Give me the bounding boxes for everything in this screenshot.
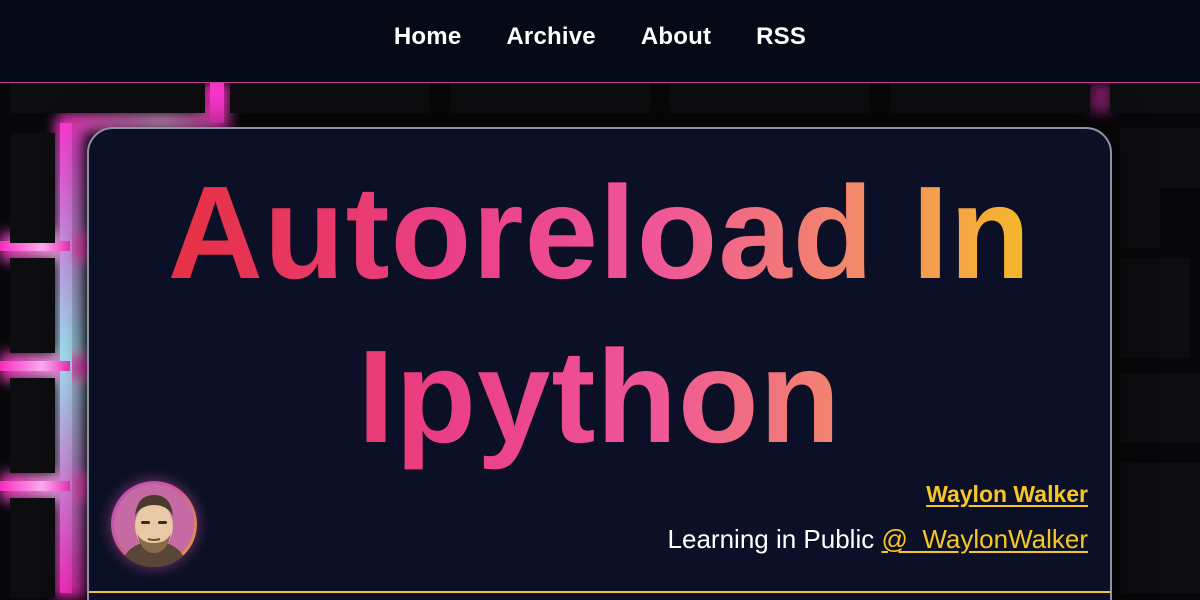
post-card: Autoreload In Ipython Waylon Walker Lear…: [87, 127, 1112, 600]
post-title: Autoreload In Ipython: [89, 151, 1110, 479]
nav-links: Home Archive About RSS: [394, 23, 806, 51]
author-tagline-row: Learning in Public @_WaylonWalker: [668, 524, 1088, 555]
author-avatar: [111, 481, 197, 567]
author-tagline: Learning in Public: [667, 524, 875, 554]
author-name-link[interactable]: Waylon Walker: [926, 481, 1088, 508]
avatar-illustration-icon: [114, 484, 194, 567]
card-divider: [89, 591, 1110, 593]
nav-link-rss[interactable]: RSS: [756, 23, 806, 51]
author-handle-link[interactable]: @_WaylonWalker: [881, 524, 1088, 554]
nav-link-home[interactable]: Home: [394, 23, 461, 51]
nav-link-about[interactable]: About: [641, 23, 711, 51]
author-info: Waylon Walker Learning in Public @_Waylo…: [668, 481, 1088, 555]
top-navigation: Home Archive About RSS: [0, 0, 1200, 83]
nav-link-archive[interactable]: Archive: [506, 23, 595, 51]
page: Home Archive About RSS Autoreload In Ipy…: [0, 0, 1200, 600]
